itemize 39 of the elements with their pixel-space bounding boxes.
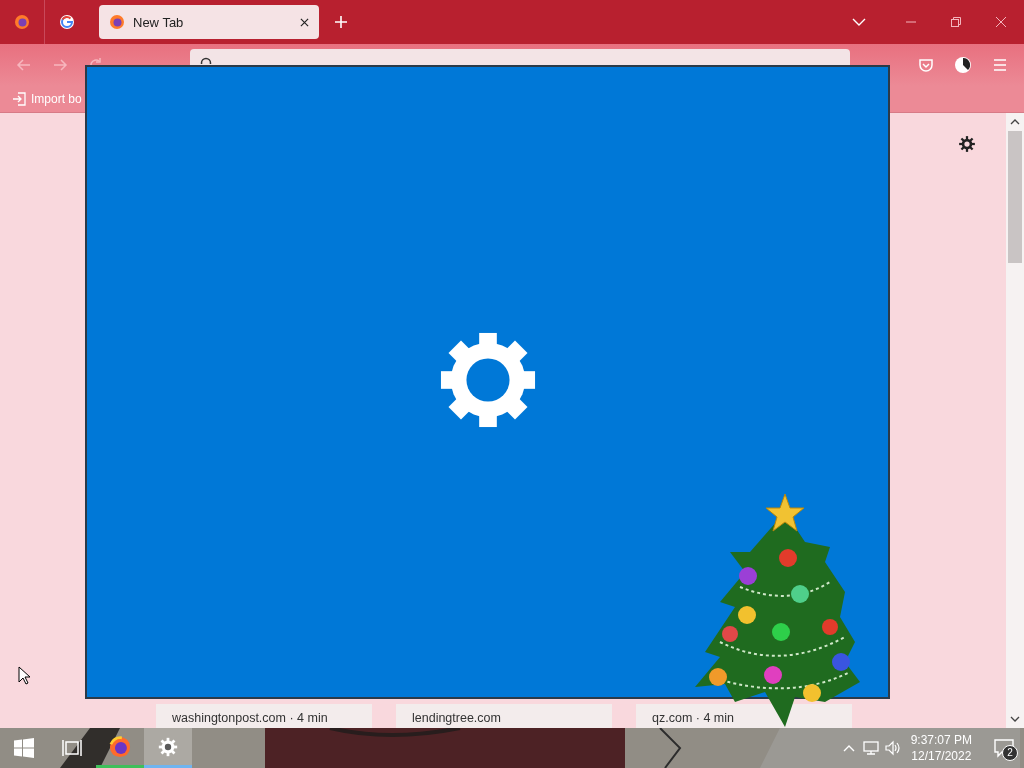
story-card[interactable]: lendingtree.com [396,704,612,728]
firefox-icon [109,735,131,758]
close-icon[interactable] [300,17,309,27]
scroll-down-icon[interactable] [1010,714,1020,724]
firefox-icon [109,14,125,30]
settings-icon[interactable] [958,135,976,153]
clock-date: 12/17/2022 [911,748,972,764]
volume-icon[interactable] [884,740,901,756]
settings-icon [438,330,537,429]
story-card[interactable]: washingtonpost.com · 4 min [156,704,372,728]
back-icon[interactable] [16,57,32,73]
pocket-icon[interactable] [918,57,934,73]
windows-start-icon[interactable] [14,738,34,758]
story-card[interactable]: qz.com · 4 min [636,704,852,728]
story-source: qz.com · 4 min [652,711,734,725]
plus-icon [334,15,348,29]
task-view-icon[interactable] [62,738,82,758]
message-icon [994,738,1014,758]
google-icon [59,14,75,30]
network-icon[interactable] [862,740,879,756]
import-icon [12,92,26,106]
tab-title: New Tab [133,14,185,30]
account-icon[interactable] [954,56,972,74]
story-source: lendingtree.com [412,711,501,725]
settings-icon [157,735,179,758]
scroll-up-icon[interactable] [1010,117,1020,127]
notification-center-button[interactable]: 2 [984,728,1024,768]
browser-tab[interactable]: New Tab [99,5,319,39]
firefox-icon [14,14,30,30]
clock-time: 9:37:07 PM [910,732,972,748]
forward-icon[interactable] [52,57,68,73]
story-source: washingtonpost.com · 4 min [172,711,328,725]
reload-icon[interactable] [88,57,104,65]
scrollbar-thumb[interactable] [1008,131,1022,263]
menu-icon[interactable] [992,57,1008,73]
scrollbar[interactable] [1006,113,1024,728]
address-field[interactable] [190,49,850,65]
restore-icon[interactable] [951,17,961,27]
cursor-icon [18,666,30,685]
